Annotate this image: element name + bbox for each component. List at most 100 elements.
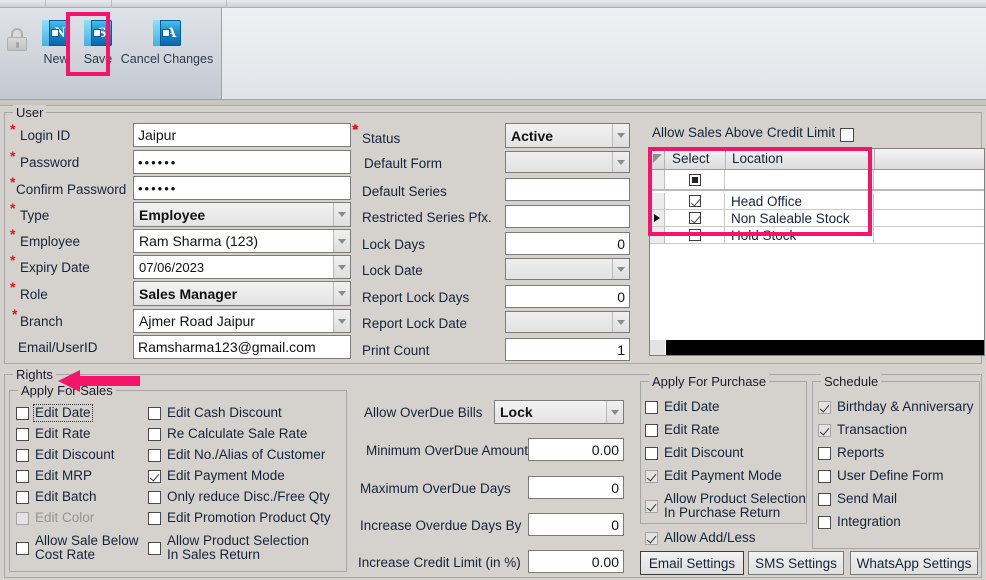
password-input[interactable]: •••••• [133, 150, 351, 174]
checkbox-box[interactable] [645, 532, 658, 545]
checkbox-allow-product-selection-in-sales-return[interactable]: Allow Product Selection In Sales Return [148, 534, 309, 562]
minimum-overdue-amount-input[interactable]: 0.00 [528, 438, 624, 461]
row-select-cell[interactable] [666, 193, 725, 209]
email-userid-input[interactable]: Ramsharma123@gmail.com [133, 335, 351, 359]
checkbox-box[interactable] [148, 449, 161, 462]
checkbox-box[interactable] [16, 491, 29, 504]
status-select[interactable]: Active [505, 123, 630, 148]
checkbox-box[interactable] [148, 542, 161, 555]
checkbox-box[interactable] [148, 470, 161, 483]
row-select-checkbox[interactable] [689, 195, 701, 207]
table-row[interactable]: Non Saleable Stock [650, 210, 984, 227]
print-count-input[interactable]: 1 [505, 338, 630, 361]
confirm-password-input[interactable]: •••••• [133, 176, 351, 200]
checkbox-allow-product-selection-in-purchase-return[interactable]: Allow Product Selection In Purchase Retu… [645, 492, 806, 520]
row-location-cell[interactable]: Head Office [726, 193, 874, 209]
checkbox-edit-discount-purchase[interactable]: Edit Discount [645, 446, 744, 460]
checkbox-reports[interactable]: Reports [818, 446, 884, 460]
checkbox-re-calculate-sale-rate[interactable]: Re Calculate Sale Rate [148, 427, 307, 441]
checkbox-box[interactable] [818, 447, 831, 460]
type-select[interactable]: Employee [133, 202, 351, 227]
row-location-cell[interactable]: Non Saleable Stock [726, 210, 874, 226]
row-location-cell[interactable]: Hold Stock [726, 227, 874, 243]
column-header-location[interactable]: Location [726, 149, 875, 169]
chevron-down-icon[interactable] [606, 401, 623, 423]
checkbox-box[interactable] [818, 516, 831, 529]
ribbon-tab-2[interactable] [46, 0, 112, 8]
checkbox-edit-batch-sales[interactable]: Edit Batch [16, 490, 97, 504]
restricted-series-pfx-input[interactable] [505, 205, 630, 228]
checkbox-box[interactable] [16, 449, 29, 462]
checkbox-user-define-form[interactable]: User Define Form [818, 469, 944, 483]
select-all-checkbox[interactable] [689, 173, 701, 186]
checkbox-box[interactable] [818, 424, 831, 437]
filter-location-cell[interactable] [726, 170, 874, 189]
checkbox-box[interactable] [645, 500, 658, 513]
checkbox-box[interactable] [16, 407, 29, 420]
branch-select[interactable]: Ajmer Road Jaipur [133, 309, 351, 333]
checkbox-box[interactable] [16, 470, 29, 483]
grid-corner-icon[interactable] [650, 149, 665, 169]
login-id-input[interactable]: Jaipur [133, 123, 351, 147]
chevron-down-icon[interactable] [612, 152, 629, 172]
email-settings-button[interactable]: Email Settings [640, 551, 744, 575]
checkbox-send-mail[interactable]: Send Mail [818, 492, 897, 506]
ribbon-tab-3[interactable] [112, 0, 227, 8]
default-form-select[interactable] [505, 151, 630, 173]
checkbox-edit-no-alias-of-customer[interactable]: Edit No./Alias of Customer [148, 448, 325, 462]
table-row[interactable]: Head Office [650, 193, 984, 210]
chevron-down-icon[interactable] [612, 312, 629, 332]
checkbox-birthday-anniversary[interactable]: Birthday & Anniversary [818, 400, 974, 414]
lock-date-select[interactable] [505, 258, 630, 280]
checkbox-edit-payment-mode-sales[interactable]: Edit Payment Mode [148, 469, 285, 483]
checkbox-integration[interactable]: Integration [818, 515, 901, 529]
ribbon-tab-1[interactable] [0, 0, 46, 8]
checkbox-box[interactable] [645, 447, 658, 460]
chevron-down-icon[interactable] [612, 124, 629, 147]
chevron-down-icon[interactable] [333, 230, 350, 252]
checkbox-box[interactable] [818, 493, 831, 506]
row-select-checkbox[interactable] [689, 212, 701, 224]
location-grid[interactable]: Select Location Head Office Non Saleable… [649, 148, 985, 356]
checkbox-box[interactable] [818, 401, 831, 414]
checkbox-box[interactable] [148, 428, 161, 441]
checkbox-only-reduce-disc-free-qty[interactable]: Only reduce Disc./Free Qty [148, 490, 330, 504]
table-row[interactable]: Hold Stock [650, 227, 984, 244]
increase-credit-limit-input[interactable]: 0.00 [528, 550, 624, 573]
row-select-checkbox[interactable] [689, 229, 701, 241]
checkbox-allow-sale-below-cost-rate[interactable]: Allow Sale Below Cost Rate [16, 534, 139, 562]
select-all-cell[interactable] [666, 170, 725, 189]
checkbox-box[interactable] [645, 401, 658, 414]
sms-settings-button[interactable]: SMS Settings [748, 551, 844, 575]
cancel-changes-button[interactable]: A Cancel Changes [112, 20, 222, 66]
checkbox-box[interactable] [148, 407, 161, 420]
checkbox-box[interactable] [148, 491, 161, 504]
checkbox-edit-rate-purchase[interactable]: Edit Rate [645, 423, 720, 437]
checkbox-edit-discount-sales[interactable]: Edit Discount [16, 448, 115, 462]
checkbox-box[interactable] [818, 470, 831, 483]
chevron-down-icon[interactable] [333, 203, 350, 226]
maximum-overdue-days-input[interactable]: 0 [528, 476, 624, 499]
chevron-down-icon[interactable] [333, 282, 350, 305]
report-lock-date-select[interactable] [505, 311, 630, 333]
checkbox-transaction[interactable]: Transaction [818, 423, 907, 437]
checkbox-box[interactable] [16, 428, 29, 441]
checkbox-edit-date-sales[interactable]: Edit Date [16, 404, 93, 422]
checkbox-edit-cash-discount[interactable]: Edit Cash Discount [148, 406, 282, 420]
allow-sales-above-credit-limit-checkbox[interactable] [840, 128, 854, 142]
checkbox-box[interactable] [16, 542, 29, 555]
expiry-date-input[interactable]: 07/06/2023 [133, 255, 351, 279]
allow-overdue-bills-select[interactable]: Lock [494, 400, 624, 424]
increase-overdue-days-by-input[interactable]: 0 [528, 513, 624, 536]
grid-filter-row[interactable] [650, 170, 984, 191]
default-series-input[interactable] [505, 178, 630, 201]
checkbox-box[interactable] [645, 424, 658, 437]
role-select[interactable]: Sales Manager [133, 281, 351, 306]
checkbox-box[interactable] [148, 512, 161, 525]
chevron-down-icon[interactable] [612, 259, 629, 279]
checkbox-edit-date-purchase[interactable]: Edit Date [645, 400, 720, 414]
checkbox-edit-mrp-sales[interactable]: Edit MRP [16, 469, 92, 483]
whatsapp-settings-button[interactable]: WhatsApp Settings [850, 551, 978, 575]
report-lock-days-input[interactable]: 0 [505, 285, 630, 308]
checkbox-box[interactable] [645, 470, 658, 483]
